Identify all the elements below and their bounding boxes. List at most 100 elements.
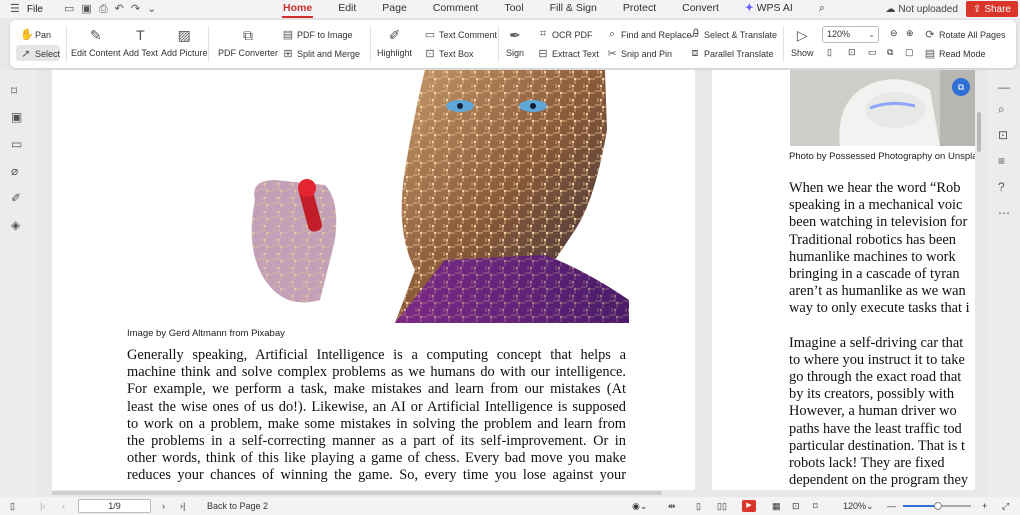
tab-protect[interactable]: Protect xyxy=(610,0,669,18)
fit-page-icon[interactable]: ⊡ xyxy=(792,497,800,515)
find-replace-button[interactable]: ⌕ Find and Replace xyxy=(606,28,692,41)
tab-page[interactable]: Page xyxy=(369,0,420,18)
add-text-label: Add Text xyxy=(123,48,158,58)
add-picture-button[interactable]: ▨ Add Picture xyxy=(161,26,208,58)
select-translate-button[interactable]: Ꭿ Select & Translate xyxy=(689,28,777,41)
search-icon[interactable]: ⌕ xyxy=(806,0,838,18)
show-button[interactable]: ▷ Show xyxy=(791,26,814,58)
bookmark-icon[interactable]: ⌑ xyxy=(813,497,818,515)
single-page-icon[interactable]: ▯ xyxy=(696,497,701,515)
page-number-input[interactable]: 1/9 xyxy=(78,499,151,513)
next-page-icon[interactable]: › xyxy=(162,497,165,515)
zoom-in-icon[interactable]: + xyxy=(982,497,987,515)
robot-illustration xyxy=(245,70,629,323)
read-mode-button[interactable]: ▤ Read Mode xyxy=(924,47,986,60)
back-to-page-link[interactable]: Back to Page 2 xyxy=(207,497,268,515)
print-icon[interactable]: ⎙ xyxy=(99,3,108,15)
layout-icon[interactable]: ▦ xyxy=(772,497,781,515)
thumbnail-icon[interactable]: ▣ xyxy=(11,110,22,124)
play-icon[interactable]: ▶ xyxy=(742,500,756,512)
last-page-icon[interactable]: ›| xyxy=(180,497,185,515)
file-menu[interactable]: File xyxy=(27,4,43,15)
extract-text-button[interactable]: ⊟ Extract Text xyxy=(537,47,598,60)
upload-status[interactable]: ☁ Not uploaded xyxy=(885,4,958,15)
document-page-1: Image by Gerd Altmann from Pixabay Gener… xyxy=(52,70,695,490)
pdf-to-image-button[interactable]: ▤ PDF to Image xyxy=(282,28,353,41)
prev-page-icon[interactable]: ‹ xyxy=(62,497,65,515)
share-label: Share xyxy=(984,3,1011,15)
page-view-icon[interactable]: ▭ xyxy=(868,47,877,58)
fit-width-icon[interactable]: ⇹ xyxy=(668,497,676,515)
zoom-select[interactable]: 120% ⌄ xyxy=(822,26,879,43)
full-page-icon[interactable]: ▢ xyxy=(905,47,914,58)
double-page-icon[interactable]: ▯▯ xyxy=(717,497,727,515)
sidebar-toggle-icon[interactable]: ▯ xyxy=(10,497,15,515)
zoom-level[interactable]: 120% xyxy=(843,497,866,515)
sign-button[interactable]: ✒ Sign xyxy=(506,26,524,58)
tab-home[interactable]: Home xyxy=(270,0,325,18)
parallel-translate-button[interactable]: ⧈ Parallel Translate xyxy=(689,47,774,60)
snip-pin-button[interactable]: ✂ Snip and Pin xyxy=(606,47,672,60)
zoom-out-icon[interactable]: — xyxy=(887,497,896,515)
menu-icon[interactable]: ☰ xyxy=(10,3,20,15)
show-label: Show xyxy=(791,48,814,58)
fullscreen-icon[interactable]: ⤢ xyxy=(1002,497,1009,515)
pdf-converter-button[interactable]: ⧉ PDF Converter xyxy=(218,26,278,58)
tab-tool[interactable]: Tool xyxy=(491,0,536,18)
edit-content-button[interactable]: ✎ Edit Content xyxy=(71,26,121,58)
fit-icon[interactable]: ⊡ xyxy=(848,47,856,58)
rotate-all-button[interactable]: ⟳ Rotate All Pages xyxy=(924,28,1005,41)
add-text-button[interactable]: T Add Text xyxy=(123,26,158,58)
highlight-button[interactable]: ✐ Highlight xyxy=(377,26,412,58)
select-label: Select xyxy=(35,48,61,59)
pan-button[interactable]: ✋ Pan xyxy=(20,28,51,41)
select-button[interactable]: ➚ Select xyxy=(20,47,60,60)
text-box-button[interactable]: ⊡ Text Box xyxy=(424,47,473,60)
zoom-slider-knob[interactable] xyxy=(934,502,942,510)
bookmark-icon[interactable]: ⌑ xyxy=(11,84,17,98)
save-icon[interactable]: ▣ xyxy=(81,3,91,15)
horizontal-scrollbar[interactable] xyxy=(52,491,662,495)
redo-icon[interactable]: ↷ xyxy=(131,3,140,15)
copy-icon[interactable]: ⧉ xyxy=(887,47,893,58)
single-page-icon[interactable]: ▯ xyxy=(827,47,832,58)
signature-icon[interactable]: ✐ xyxy=(11,191,21,205)
search-icon[interactable]: ⌕ xyxy=(998,102,1005,117)
picture-icon: ▨ xyxy=(177,27,191,43)
tab-edit[interactable]: Edit xyxy=(325,0,369,18)
zoom-slider[interactable] xyxy=(903,502,971,510)
cloud-icon: ☁ xyxy=(885,3,896,15)
layers-icon[interactable]: ◈ xyxy=(11,218,20,232)
undo-icon[interactable]: ↶ xyxy=(115,3,124,15)
minus-icon[interactable]: — xyxy=(998,80,1010,94)
more-icon[interactable]: ⋯ xyxy=(998,206,1010,220)
book-icon: ▤ xyxy=(924,48,936,60)
view-eye-icon[interactable]: ◉⌄ xyxy=(632,497,647,515)
zoom-in-icon[interactable]: ⊕ xyxy=(906,28,914,39)
tab-convert[interactable]: Convert xyxy=(669,0,732,18)
tab-wps-ai[interactable]: ✦ WPS AI xyxy=(732,0,806,18)
zoom-slider-fill xyxy=(903,505,937,507)
crop-icon[interactable]: ⊡ xyxy=(998,128,1008,142)
open-folder-icon[interactable]: ▭ xyxy=(64,3,74,15)
attachment-icon[interactable]: ⌀ xyxy=(11,164,18,178)
chevron-down-icon[interactable]: ⌄ xyxy=(147,3,156,15)
tab-comment[interactable]: Comment xyxy=(420,0,492,18)
settings-sliders-icon[interactable]: ≡ xyxy=(998,154,1005,168)
upload-status-label: Not uploaded xyxy=(898,3,958,15)
translate-fab[interactable]: ⧉ xyxy=(952,78,970,96)
text-comment-button[interactable]: ▭ Text Comment xyxy=(424,28,497,41)
comment-icon[interactable]: ▭ xyxy=(11,137,22,151)
tab-fill-sign[interactable]: Fill & Sign xyxy=(537,0,610,18)
first-page-icon[interactable]: |‹ xyxy=(40,497,45,515)
text-line: way to only execute tasks that i xyxy=(789,300,970,317)
read-mode-label: Read Mode xyxy=(939,48,986,59)
share-button[interactable]: ⇪ Share xyxy=(965,1,1018,17)
vertical-scrollbar[interactable] xyxy=(977,112,981,152)
help-icon[interactable]: ? xyxy=(998,180,1005,194)
split-merge-button[interactable]: ⊞ Split and Merge xyxy=(282,47,360,60)
highlighter-icon: ✐ xyxy=(388,27,401,43)
ocr-pdf-button[interactable]: ⌗ OCR PDF xyxy=(537,28,593,41)
chevron-down-icon[interactable]: ⌄ xyxy=(866,497,874,515)
zoom-out-icon[interactable]: ⊖ xyxy=(890,28,898,39)
